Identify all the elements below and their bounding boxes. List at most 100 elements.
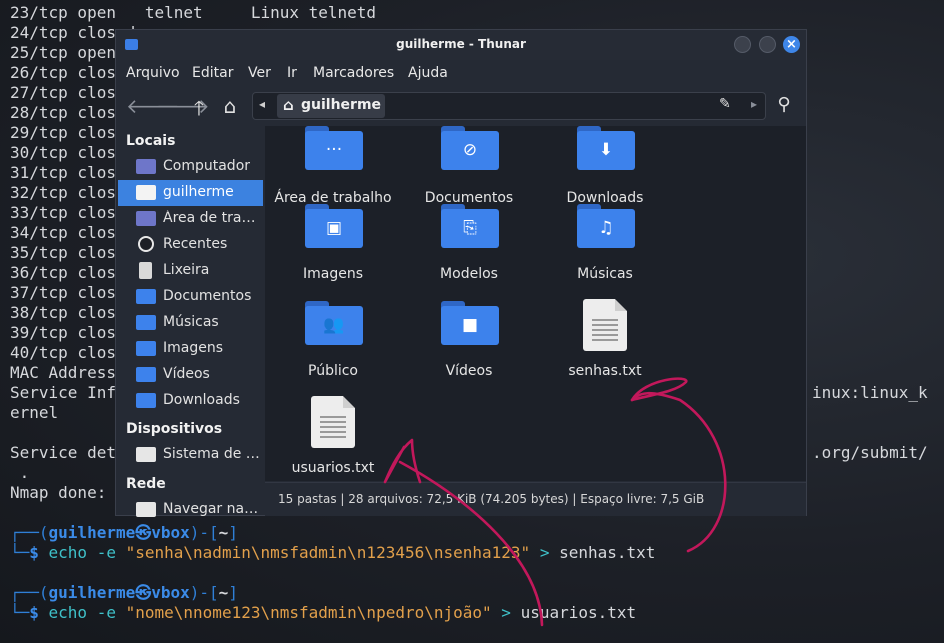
terminal-line: 30/tcp clos bbox=[10, 143, 116, 162]
prompt-header: ┌──(guilherme㉿vbox)-[~] bbox=[10, 523, 238, 542]
text-file-icon bbox=[583, 299, 627, 351]
sidebar-item[interactable]: Músicas bbox=[118, 310, 263, 336]
folder-emblem-icon: ⬇ bbox=[598, 140, 614, 160]
pictures-folder-icon bbox=[136, 341, 156, 356]
sidebar-heading-locais: Locais bbox=[126, 133, 176, 149]
window-title: guilherme - Thunar bbox=[396, 37, 526, 51]
folder-emblem-icon: ♫ bbox=[598, 218, 614, 238]
sidebar-item[interactable]: Sistema de arquivos bbox=[118, 442, 263, 468]
sidebar-item[interactable]: Recentes bbox=[118, 232, 263, 258]
prompt-user: guilherme㉿vbox bbox=[48, 583, 190, 602]
sidebar-item[interactable]: guilherme bbox=[118, 180, 263, 206]
toolbar: 🡐 🡒 🡑 ⌂ ◂ ⌂ guilherme ✎ ▸ ⚲ bbox=[116, 88, 806, 124]
folder-item[interactable]: ▣ Imagens bbox=[265, 200, 403, 295]
sidebar-item-label: Computador bbox=[163, 158, 251, 174]
menu-editar[interactable]: Editar bbox=[192, 65, 233, 81]
folder-icon: ··· bbox=[305, 126, 363, 170]
terminal-line-fragment: .org/submit/ bbox=[812, 443, 928, 462]
item-label: Músicas bbox=[577, 266, 633, 282]
sidebar-item[interactable]: Imagens bbox=[118, 336, 263, 362]
sidebar-item-label: Lixeira bbox=[163, 262, 210, 278]
terminal-line: Service det bbox=[10, 443, 116, 462]
sidebar-item-label: Área de trabalho bbox=[163, 210, 261, 226]
home-icon[interactable]: ⌂ bbox=[218, 94, 242, 118]
documents-folder-icon bbox=[136, 289, 156, 304]
terminal-line: 29/tcp clos bbox=[10, 123, 116, 142]
path-right-arrow-icon[interactable]: ▸ bbox=[751, 97, 757, 111]
command: echo bbox=[48, 543, 88, 562]
folder-icon: ⬇ bbox=[577, 126, 635, 170]
sidebar-item[interactable]: Área de trabalho bbox=[118, 206, 263, 232]
edit-location-icon[interactable]: ✎ bbox=[719, 96, 731, 112]
sidebar-heading-rede: Rede bbox=[126, 476, 166, 492]
thunar-window: guilherme - Thunar × Arquivo Editar Ver … bbox=[115, 29, 807, 517]
up-arrow-icon[interactable]: 🡑 bbox=[187, 94, 211, 128]
item-label: usuarios.txt bbox=[291, 460, 375, 476]
videos-folder-icon bbox=[136, 367, 156, 382]
item-label: Modelos bbox=[440, 266, 498, 282]
sidebar-item-label: Recentes bbox=[163, 236, 228, 252]
file-item[interactable]: usuarios.txt bbox=[265, 394, 403, 481]
forward-arrow-icon[interactable]: 🡒 bbox=[156, 94, 210, 118]
folder-emblem-icon: ■ bbox=[461, 315, 479, 335]
music-folder-icon bbox=[136, 315, 156, 330]
output-file: usuarios.txt bbox=[520, 603, 637, 622]
terminal-line: 25/tcp open bbox=[10, 43, 116, 62]
menubar: Arquivo Editar Ver Ir Marcadores Ajuda bbox=[116, 60, 806, 86]
sidebar-item[interactable]: Vídeos bbox=[118, 362, 263, 388]
folder-icon: ⊘ bbox=[441, 126, 499, 170]
computer-icon bbox=[136, 159, 156, 174]
redirect: > bbox=[501, 603, 511, 622]
menu-arquivo[interactable]: Arquivo bbox=[126, 65, 180, 81]
sidebar-item-label: Vídeos bbox=[163, 366, 210, 382]
command-flag: -e bbox=[96, 543, 116, 562]
network-icon bbox=[136, 502, 156, 517]
terminal-line: MAC Address bbox=[10, 363, 116, 382]
command-flag: -e bbox=[96, 603, 116, 622]
folder-item[interactable]: ♫ Músicas bbox=[535, 200, 675, 295]
close-button[interactable]: × bbox=[783, 36, 800, 53]
menu-ir[interactable]: Ir bbox=[287, 65, 297, 81]
terminal-line: Nmap done: bbox=[10, 483, 107, 502]
sidebar-item-label: Documentos bbox=[163, 288, 252, 304]
sidebar-item[interactable]: Downloads bbox=[118, 388, 263, 414]
folder-item[interactable]: ⎘ Modelos bbox=[399, 200, 539, 295]
terminal-line: 34/tcp clos bbox=[10, 223, 116, 242]
terminal-line: . bbox=[10, 463, 30, 482]
location-bar[interactable]: ◂ ⌂ guilherme ✎ ▸ bbox=[252, 92, 766, 120]
downloads-folder-icon bbox=[136, 393, 156, 408]
terminal-line: Service Inf bbox=[10, 383, 116, 402]
maximize-button[interactable] bbox=[759, 36, 776, 53]
menu-ajuda[interactable]: Ajuda bbox=[408, 65, 448, 81]
item-label: Vídeos bbox=[445, 363, 493, 379]
terminal-line: 36/tcp clos bbox=[10, 263, 116, 282]
search-icon[interactable]: ⚲ bbox=[772, 94, 796, 115]
folder-item[interactable]: 👥 Público bbox=[265, 297, 403, 392]
file-item[interactable]: senhas.txt bbox=[535, 297, 675, 392]
breadcrumb-home[interactable]: ⌂ guilherme bbox=[277, 94, 385, 118]
sidebar-item-label: Navegar na rede bbox=[163, 501, 261, 517]
path-left-arrow-icon[interactable]: ◂ bbox=[259, 97, 265, 111]
back-arrow-icon[interactable]: 🡐 bbox=[126, 94, 180, 118]
titlebar[interactable]: guilherme - Thunar × bbox=[116, 30, 806, 60]
terminal-line: 32/tcp clos bbox=[10, 183, 116, 202]
sidebar-item[interactable]: Navegar na rede bbox=[118, 497, 263, 523]
folder-emblem-icon: 👥 bbox=[323, 315, 345, 335]
drive-icon bbox=[136, 447, 156, 462]
menu-ver[interactable]: Ver bbox=[248, 65, 271, 81]
output-file: senhas.txt bbox=[559, 543, 656, 562]
sidebar-item[interactable]: Computador bbox=[118, 154, 263, 180]
menu-marcadores[interactable]: Marcadores bbox=[313, 65, 394, 81]
prompt-header: ┌──(guilherme㉿vbox)-[~] bbox=[10, 583, 238, 602]
command-arg: "senha\nadmin\nmsfadmin\n123456\nsenha12… bbox=[125, 543, 531, 562]
folder-icon: ⎘ bbox=[441, 204, 499, 248]
item-label: senhas.txt bbox=[568, 363, 642, 379]
sidebar-item-label: guilherme bbox=[163, 184, 234, 200]
sidebar-item[interactable]: Documentos bbox=[118, 284, 263, 310]
sidebar-item-label: Sistema de arquivos bbox=[163, 446, 261, 462]
sidebar-item[interactable]: Lixeira bbox=[118, 258, 263, 284]
minimize-button[interactable] bbox=[734, 36, 751, 53]
desktop-icon bbox=[136, 211, 156, 226]
sidebar-item-label: Imagens bbox=[163, 340, 224, 356]
folder-item[interactable]: ■ Vídeos bbox=[399, 297, 539, 392]
